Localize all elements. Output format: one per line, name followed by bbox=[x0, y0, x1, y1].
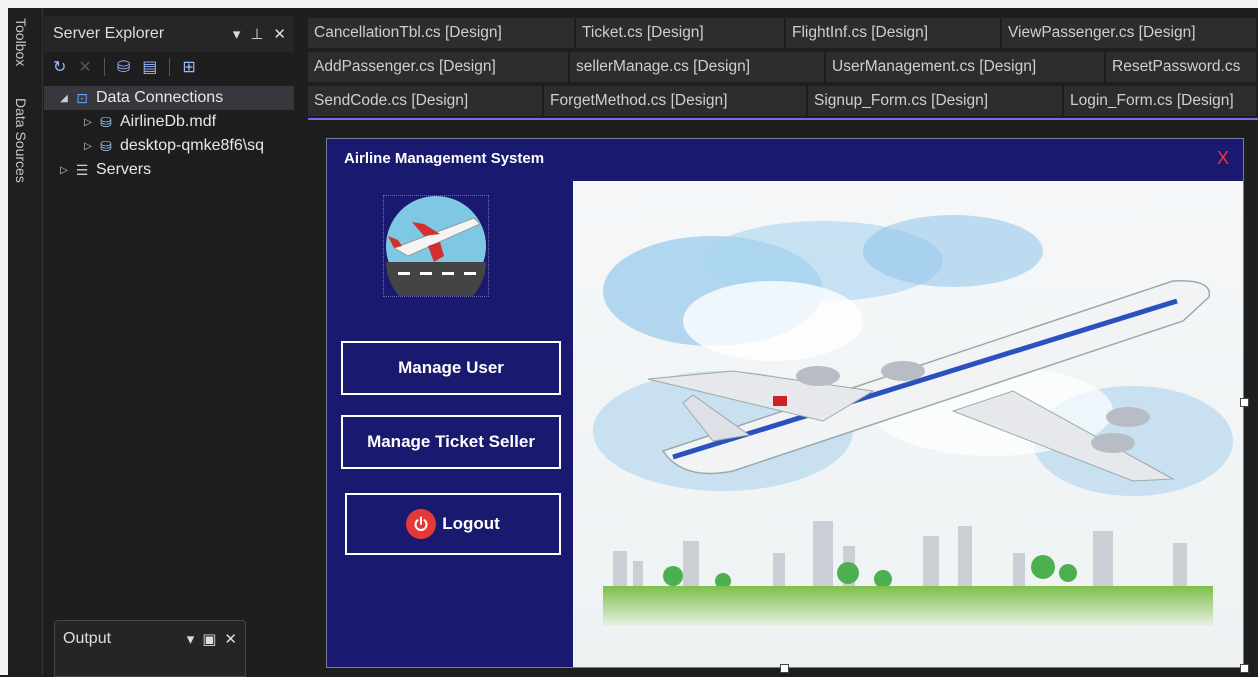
tree-item-desktop-server[interactable]: ▷ ⛁ desktop-qmke8f6\sq bbox=[44, 134, 294, 158]
server-explorer-tree: ◢ ⊡ Data Connections ▷ ⛁ AirlineDb.mdf ▷… bbox=[44, 82, 294, 182]
expand-arrow-icon[interactable]: ▷ bbox=[80, 141, 96, 152]
tab-row: SendCode.cs [Design] ForgetMethod.cs [De… bbox=[308, 84, 1258, 118]
tab-viewpassenger[interactable]: ViewPassenger.cs [Design] bbox=[1002, 18, 1258, 48]
manage-ticket-seller-button[interactable]: Manage Ticket Seller bbox=[341, 415, 561, 469]
tab-flightinf[interactable]: FlightInf.cs [Design] bbox=[786, 18, 1002, 48]
resize-handle[interactable] bbox=[1240, 398, 1249, 407]
tab-signup-form[interactable]: Signup_Form.cs [Design] bbox=[808, 86, 1064, 116]
tree-item-label: AirlineDb.mdf bbox=[120, 113, 217, 130]
database-icon: ⛁ bbox=[100, 113, 112, 130]
dropdown-icon[interactable]: ▾ bbox=[233, 25, 241, 43]
tree-item-label: Servers bbox=[96, 161, 152, 178]
airplane-hero-svg bbox=[573, 181, 1243, 667]
connect-server-icon[interactable]: ▤ bbox=[142, 57, 157, 77]
maximize-icon[interactable]: ▣ bbox=[202, 630, 216, 648]
resize-handle[interactable] bbox=[780, 664, 789, 673]
tab-sendcode[interactable]: SendCode.cs [Design] bbox=[308, 86, 544, 116]
toolbar-separator bbox=[169, 58, 171, 76]
manage-user-button[interactable]: Manage User bbox=[341, 341, 561, 395]
server-explorer-toolbar: ↻ ✕ ⛁ ▤ ⊞ bbox=[44, 52, 294, 82]
resize-handle[interactable] bbox=[1240, 664, 1249, 673]
close-icon[interactable]: ✕ bbox=[273, 25, 286, 43]
output-header: Output ▾ ▣ ✕ bbox=[55, 621, 245, 657]
window-frame-left bbox=[0, 0, 8, 675]
hierarchy-icon[interactable]: ⊞ bbox=[182, 57, 195, 77]
server-explorer-title: Server Explorer bbox=[53, 25, 165, 42]
servers-icon: ☰ bbox=[75, 161, 89, 178]
window-frame-top bbox=[0, 0, 1258, 8]
tab-cancellationtbl[interactable]: CancellationTbl.cs [Design] bbox=[308, 18, 576, 48]
connect-database-icon[interactable]: ⛁ bbox=[117, 57, 130, 77]
tree-item-servers[interactable]: ▷ ☰ Servers bbox=[44, 158, 294, 182]
expand-arrow-icon[interactable]: ▷ bbox=[80, 117, 96, 128]
data-sources-tab[interactable]: Data Sources bbox=[13, 98, 29, 183]
logout-label: Logout bbox=[442, 514, 500, 533]
dropdown-icon[interactable]: ▾ bbox=[187, 630, 195, 648]
tool-rail: Toolbox Data Sources bbox=[8, 8, 43, 675]
server-explorer-header: Server Explorer ▾ ⊥ ✕ bbox=[44, 16, 294, 52]
tab-sellermanage[interactable]: sellerManage.cs [Design] bbox=[570, 52, 826, 82]
expand-arrow-icon[interactable]: ▷ bbox=[56, 165, 72, 176]
output-title: Output bbox=[63, 630, 112, 647]
form-title: Airline Management System bbox=[344, 150, 545, 167]
toolbox-tab[interactable]: Toolbox bbox=[13, 18, 29, 66]
tab-usermanagement[interactable]: UserManagement.cs [Design] bbox=[826, 52, 1106, 82]
tab-addpassenger[interactable]: AddPassenger.cs [Design] bbox=[308, 52, 570, 82]
server-explorer-panel: Server Explorer ▾ ⊥ ✕ ↻ ✕ ⛁ ▤ ⊞ ◢ ⊡ Data… bbox=[44, 16, 294, 619]
stop-icon: ✕ bbox=[78, 59, 92, 76]
tree-item-data-connections[interactable]: ◢ ⊡ Data Connections bbox=[44, 86, 294, 110]
pin-icon[interactable]: ⊥ bbox=[250, 25, 263, 43]
tab-row: CancellationTbl.cs [Design] Ticket.cs [D… bbox=[308, 16, 1258, 50]
tree-item-label: desktop-qmke8f6\sq bbox=[120, 137, 265, 154]
document-tabs: CancellationTbl.cs [Design] Ticket.cs [D… bbox=[308, 16, 1258, 120]
tab-ticket[interactable]: Ticket.cs [Design] bbox=[576, 18, 786, 48]
airplane-hero-image bbox=[573, 181, 1243, 667]
database-icon: ⛁ bbox=[100, 137, 112, 154]
logout-button[interactable]: Logout bbox=[345, 493, 561, 555]
tab-forgetmethod[interactable]: ForgetMethod.cs [Design] bbox=[544, 86, 808, 116]
form-side-panel: Manage User Manage Ticket Seller Logout bbox=[327, 181, 573, 669]
output-panel: Output ▾ ▣ ✕ bbox=[54, 620, 246, 677]
tree-item-airlinedb[interactable]: ▷ ⛁ AirlineDb.mdf bbox=[44, 110, 294, 134]
close-icon[interactable]: ✕ bbox=[224, 630, 237, 648]
expand-arrow-icon[interactable]: ◢ bbox=[56, 93, 72, 104]
airplane-logo-svg bbox=[386, 196, 486, 312]
form-close-button[interactable]: X bbox=[1217, 148, 1229, 169]
tab-resetpassword[interactable]: ResetPassword.cs bbox=[1106, 52, 1258, 82]
tab-login-form[interactable]: Login_Form.cs [Design] bbox=[1064, 86, 1258, 116]
power-icon bbox=[406, 509, 437, 539]
toolbar-separator bbox=[103, 58, 105, 76]
tree-item-label: Data Connections bbox=[96, 89, 224, 106]
data-connections-icon: ⊡ bbox=[76, 89, 88, 106]
airplane-logo-icon bbox=[383, 195, 489, 312]
tab-row: AddPassenger.cs [Design] sellerManage.cs… bbox=[308, 50, 1258, 84]
refresh-icon[interactable]: ↻ bbox=[53, 57, 66, 77]
airline-form[interactable]: Airline Management System X Manage User … bbox=[326, 138, 1244, 668]
